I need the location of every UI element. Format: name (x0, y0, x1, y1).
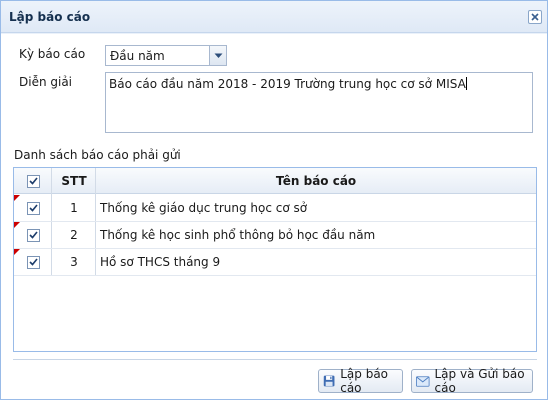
period-select-trigger[interactable] (209, 46, 226, 65)
close-icon (531, 13, 539, 21)
report-dialog: Lập báo cáo Kỳ báo cáo Đầu năm Diễn giải… (0, 0, 548, 400)
checkmark-icon (28, 204, 38, 212)
chevron-down-icon (214, 53, 222, 58)
description-label: Diễn giải (19, 75, 73, 89)
row-report-name: Thống kê học sinh phổ thông bỏ học đầu n… (100, 228, 376, 242)
create-report-button[interactable]: Lập báo cáo (318, 367, 403, 395)
description-field[interactable]: Báo cáo đầu năm 2018 - 2019 Trường trung… (105, 72, 533, 133)
text-caret (465, 77, 467, 90)
row-stt: 2 (70, 228, 78, 242)
row-report-name: Hồ sơ THCS tháng 9 (100, 255, 221, 269)
header-checkbox-cell[interactable] (14, 168, 52, 194)
report-grid: STT Tên báo cáo 1 Thống kê giáo dục trun… (13, 167, 537, 352)
table-row[interactable]: 1 Thống kê giáo dục trung học cơ sở (14, 195, 536, 222)
row-checkbox-cell[interactable] (14, 222, 52, 248)
dialog-body: Kỳ báo cáo Đầu năm Diễn giải Báo cáo đầu… (1, 34, 547, 399)
column-header-stt[interactable]: STT (52, 168, 96, 194)
period-select[interactable]: Đầu năm (105, 45, 227, 66)
period-label: Kỳ báo cáo (19, 47, 86, 61)
create-and-send-button[interactable]: Lập và Gửi báo cáo (411, 367, 533, 395)
row-checkbox[interactable] (26, 201, 40, 215)
report-list-title: Danh sách báo cáo phải gửi (14, 148, 181, 162)
table-row[interactable]: 3 Hồ sơ THCS tháng 9 (14, 249, 536, 276)
dialog-titlebar[interactable]: Lập báo cáo (1, 1, 547, 33)
row-stt: 1 (70, 201, 78, 215)
row-checkbox-cell[interactable] (14, 195, 52, 221)
select-all-checkbox[interactable] (26, 174, 40, 188)
create-report-label: Lập báo cáo (340, 367, 389, 395)
checkmark-icon (28, 231, 38, 239)
create-and-send-label: Lập và Gửi báo cáo (434, 367, 525, 395)
row-report-name: Thống kê giáo dục trung học cơ sở (100, 201, 308, 215)
period-select-value: Đầu năm (110, 49, 165, 63)
floppy-disk-icon (323, 375, 335, 387)
column-header-name[interactable]: Tên báo cáo (96, 168, 536, 194)
envelope-icon (416, 375, 430, 387)
checkmark-icon (28, 177, 38, 185)
row-checkbox[interactable] (26, 228, 40, 242)
footer-divider (13, 359, 537, 360)
checkmark-icon (28, 258, 38, 266)
row-checkbox[interactable] (26, 255, 40, 269)
close-button[interactable] (528, 10, 542, 24)
row-checkbox-cell[interactable] (14, 249, 52, 275)
description-text: Báo cáo đầu năm 2018 - 2019 Trường trung… (109, 77, 466, 91)
grid-header: STT Tên báo cáo (14, 168, 536, 194)
table-row[interactable]: 2 Thống kê học sinh phổ thông bỏ học đầu… (14, 222, 536, 249)
row-stt: 3 (70, 255, 78, 269)
dialog-title: Lập báo cáo (9, 10, 91, 24)
